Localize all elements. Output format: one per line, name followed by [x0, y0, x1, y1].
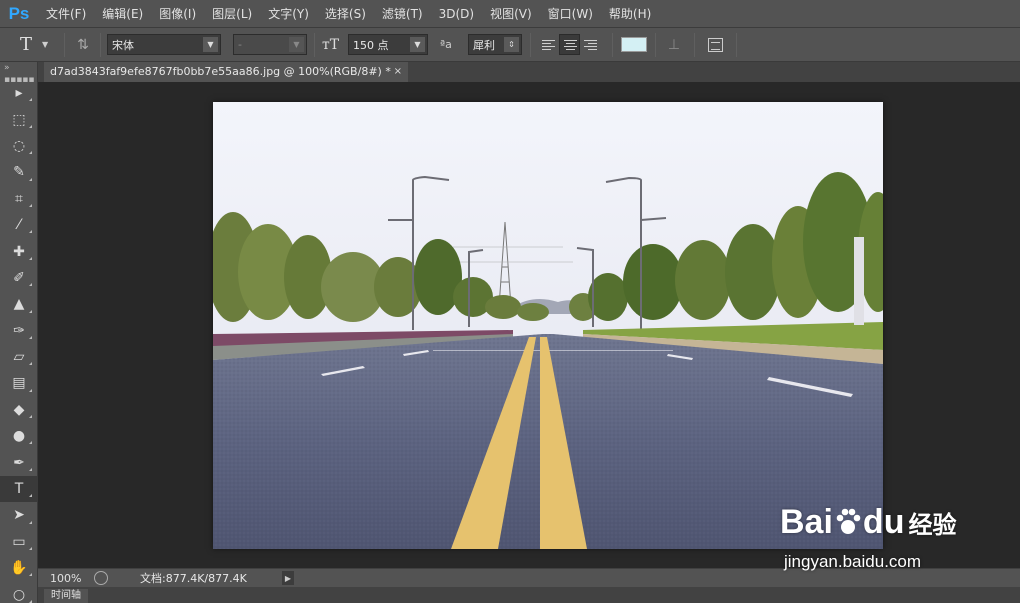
zoom-tool-icon[interactable]: ○ [0, 581, 38, 603]
menu-layer[interactable]: 图层(L) [204, 0, 260, 28]
menu-image[interactable]: 图像(I) [151, 0, 204, 28]
zoom-level[interactable]: 100% [38, 572, 90, 585]
text-align-group [538, 34, 608, 55]
menu-window[interactable]: 窗口(W) [540, 0, 601, 28]
photoshop-logo: Ps [8, 3, 30, 23]
chevron-down-icon: ▼ [203, 37, 218, 52]
lasso-tool-icon[interactable]: ◌ [0, 133, 38, 159]
divider [100, 33, 101, 57]
chevron-down-icon: ▼ [410, 37, 425, 52]
blur-tool-icon[interactable]: ◆ [0, 397, 38, 423]
tool-preset-picker[interactable]: T ▼ [20, 34, 60, 55]
status-bar: 100% 文档:877.4K/877.4K ▶ [38, 568, 1020, 587]
font-family-select[interactable]: 宋体 ▼ [107, 34, 221, 55]
font-style-select[interactable]: - ▼ [233, 34, 307, 55]
document-image[interactable] [213, 102, 883, 549]
divider [64, 33, 65, 57]
quick-select-tool-icon[interactable]: ✎ [0, 159, 38, 185]
character-panel-toggle-icon[interactable] [705, 34, 725, 55]
brush-tool-icon[interactable]: ✐ [0, 265, 38, 291]
divider [736, 33, 737, 57]
document-tab-title: d7ad3843faf9efe8767fb0bb7e55aa86.jpg @ 1… [50, 65, 391, 78]
divider [612, 33, 613, 57]
align-right-button[interactable] [580, 34, 601, 55]
menu-type[interactable]: 文字(Y) [260, 0, 317, 28]
options-bar: T ▼ ⇅ 宋体 ▼ - ▼ ᴛT 150 点 ▼ ªa 犀利 ⇕ ⊥ [0, 28, 1020, 62]
antialias-icon: ªa [440, 38, 452, 51]
menu-edit[interactable]: 编辑(E) [94, 0, 151, 28]
divider [655, 33, 656, 57]
hand-tool-icon[interactable]: ✋ [0, 555, 38, 581]
menu-view[interactable]: 视图(V) [482, 0, 540, 28]
status-info-icon[interactable] [94, 571, 108, 585]
document-size-info: 文档:877.4K/877.4K [140, 572, 247, 585]
chevron-down-icon: ▼ [289, 37, 304, 52]
menu-3d[interactable]: 3D(D) [431, 0, 482, 28]
menu-select[interactable]: 选择(S) [317, 0, 374, 28]
text-orientation-toggle-icon[interactable]: ⇅ [72, 34, 94, 55]
gradient-tool-icon[interactable]: ▤ [0, 370, 38, 396]
text-color-swatch[interactable] [621, 37, 647, 52]
marquee-tool-icon[interactable]: ⬚ [0, 106, 38, 132]
tools-panel: » ▪▪▪▪▪ ▸ ⬚ ◌ ✎ ⌗ ⁄ ✚ ✐ ▲ ✑ ▱ ▤ ◆ ● ✒ T ➤ ▭ ✋ ○ [0, 62, 38, 603]
warp-text-icon[interactable]: ⊥ [664, 34, 684, 55]
align-center-button[interactable] [559, 34, 580, 55]
history-brush-tool-icon[interactable]: ✑ [0, 318, 38, 344]
font-size-select[interactable]: 150 点 ▼ [348, 34, 428, 55]
eyedropper-tool-icon[interactable]: ⁄ [0, 212, 38, 238]
menu-bar: Ps 文件(F) 编辑(E) 图像(I) 图层(L) 文字(Y) 选择(S) 滤… [0, 0, 1020, 28]
rectangle-tool-icon[interactable]: ▭ [0, 529, 38, 555]
antialias-select[interactable]: 犀利 ⇕ [468, 34, 522, 55]
crop-tool-icon[interactable]: ⌗ [0, 186, 38, 212]
status-menu-arrow-icon[interactable]: ▶ [282, 571, 294, 585]
timeline-tab[interactable]: 时间轴 [44, 589, 88, 603]
chevron-down-icon: ▼ [42, 40, 49, 49]
canvas-area[interactable] [38, 82, 1020, 568]
menu-file[interactable]: 文件(F) [38, 0, 94, 28]
dodge-tool-icon[interactable]: ● [0, 423, 38, 449]
font-size-icon: ᴛT [322, 36, 340, 53]
timeline-panel-strip: 时间轴 [38, 587, 1020, 603]
font-size-value: 150 点 [353, 38, 389, 52]
healing-brush-tool-icon[interactable]: ✚ [0, 238, 38, 264]
menu-help[interactable]: 帮助(H) [601, 0, 659, 28]
antialias-value: 犀利 [473, 38, 495, 52]
divider [314, 33, 315, 57]
menu-filter[interactable]: 滤镜(T) [374, 0, 431, 28]
path-select-tool-icon[interactable]: ➤ [0, 502, 38, 528]
eraser-tool-icon[interactable]: ▱ [0, 344, 38, 370]
document-tab[interactable]: d7ad3843faf9efe8767fb0bb7e55aa86.jpg @ 1… [44, 62, 408, 82]
divider [530, 33, 531, 57]
align-left-button[interactable] [538, 34, 559, 55]
type-tool-preset-icon: T [20, 34, 33, 55]
stepper-icon: ⇕ [504, 37, 519, 52]
divider [694, 33, 695, 57]
road-photo [213, 102, 883, 549]
stamp-tool-icon[interactable]: ▲ [0, 291, 38, 317]
document-tab-strip: d7ad3843faf9efe8767fb0bb7e55aa86.jpg @ 1… [38, 62, 1020, 82]
collapse-icon[interactable]: » ▪▪▪▪▪ [0, 62, 37, 85]
pen-tool-icon[interactable]: ✒ [0, 449, 38, 475]
type-tool-icon[interactable]: T [0, 475, 38, 503]
font-style-value: - [238, 38, 242, 51]
close-icon[interactable]: × [394, 62, 402, 82]
move-tool-icon[interactable]: ▸ [0, 80, 38, 106]
font-family-value: 宋体 [112, 38, 134, 52]
